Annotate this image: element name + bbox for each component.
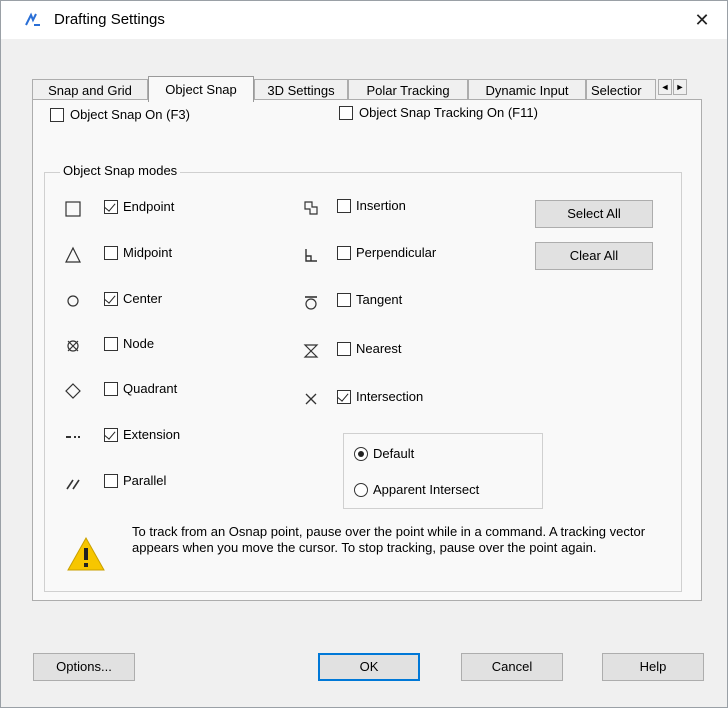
info-text: To track from an Osnap point, pause over… [132,524,646,555]
tangent-icon [305,296,317,310]
insertion-label: Insertion [356,198,406,213]
nearest-label: Nearest [356,341,402,356]
tab-dynamic-input[interactable]: Dynamic Input [468,79,586,101]
quadrant-label: Quadrant [123,381,178,396]
apparent-intersect-radio[interactable] [354,483,368,497]
radio-dot-icon [358,451,364,457]
tab-snap-and-grid[interactable]: Snap and Grid [32,79,148,101]
extension-label: Extension [123,427,181,442]
cancel-button[interactable]: Cancel [461,653,563,681]
nearest-icon [303,344,319,358]
tab-3d-settings[interactable]: 3D Settings [254,79,348,101]
object-snap-modes-title: Object Snap modes [60,163,181,178]
node-label: Node [123,336,155,351]
intersection-mode-group [343,433,543,509]
parallel-icon [66,479,80,490]
intersection-label: Intersection [356,389,424,404]
tab-scroll-right-icon[interactable]: ► [673,79,687,95]
object-snap-tracking-label: Object Snap Tracking On (F11) [359,105,538,120]
object-snap-tracking-checkbox[interactable] [339,106,353,120]
options-button[interactable]: Options... [33,653,135,681]
tab-object-snap[interactable]: Object Snap [148,76,254,102]
tangent-checkbox[interactable] [337,293,351,307]
close-icon[interactable]: ✕ [687,5,717,35]
intersection-icon [305,393,317,405]
warning-icon [67,536,105,571]
center-circle-icon [67,295,79,307]
midpoint-label: Midpoint [123,245,173,260]
node-checkbox[interactable] [104,337,118,351]
object-snap-on-label: Object Snap On (F3) [70,107,190,122]
perpendicular-checkbox[interactable] [337,246,351,260]
extension-icon [66,436,80,438]
intersection-checkbox[interactable] [337,390,351,404]
tab-polar-tracking[interactable]: Polar Tracking [348,79,468,101]
parallel-label: Parallel [123,473,167,488]
endpoint-checkbox[interactable] [104,200,118,214]
parallel-checkbox[interactable] [104,474,118,488]
app-icon [25,12,40,26]
check-icon [104,200,116,212]
nearest-checkbox[interactable] [337,342,351,356]
tab-selection[interactable]: Selectior [586,79,656,101]
node-icon [67,340,79,352]
window-title: Drafting Settings [54,11,165,28]
center-label: Center [123,291,163,306]
endpoint-label: Endpoint [123,199,175,214]
extension-checkbox[interactable] [104,428,118,442]
check-icon [104,292,116,304]
help-button[interactable]: Help [602,653,704,681]
title-bar: Drafting Settings ✕ [1,1,727,39]
apparent-intersect-label: Apparent Intersect [373,482,480,497]
quadrant-diamond-icon [65,383,81,399]
check-icon [337,390,349,402]
perpendicular-label: Perpendicular [356,245,437,260]
midpoint-triangle-icon [65,246,81,263]
insertion-checkbox[interactable] [337,199,351,213]
perpendicular-icon [305,249,317,262]
center-checkbox[interactable] [104,292,118,306]
endpoint-square-icon [65,201,81,217]
quadrant-checkbox[interactable] [104,382,118,396]
tab-scroll-left-icon[interactable]: ◄ [658,79,672,95]
midpoint-checkbox[interactable] [104,246,118,260]
insertion-icon [304,201,318,215]
default-radio[interactable] [354,447,368,461]
tangent-label: Tangent [356,292,403,307]
check-icon [104,428,116,440]
object-snap-on-checkbox[interactable] [50,108,64,122]
clear-all-button[interactable]: Clear All [535,242,653,270]
select-all-button[interactable]: Select All [535,200,653,228]
ok-button[interactable]: OK [318,653,420,681]
default-radio-label: Default [373,446,415,461]
